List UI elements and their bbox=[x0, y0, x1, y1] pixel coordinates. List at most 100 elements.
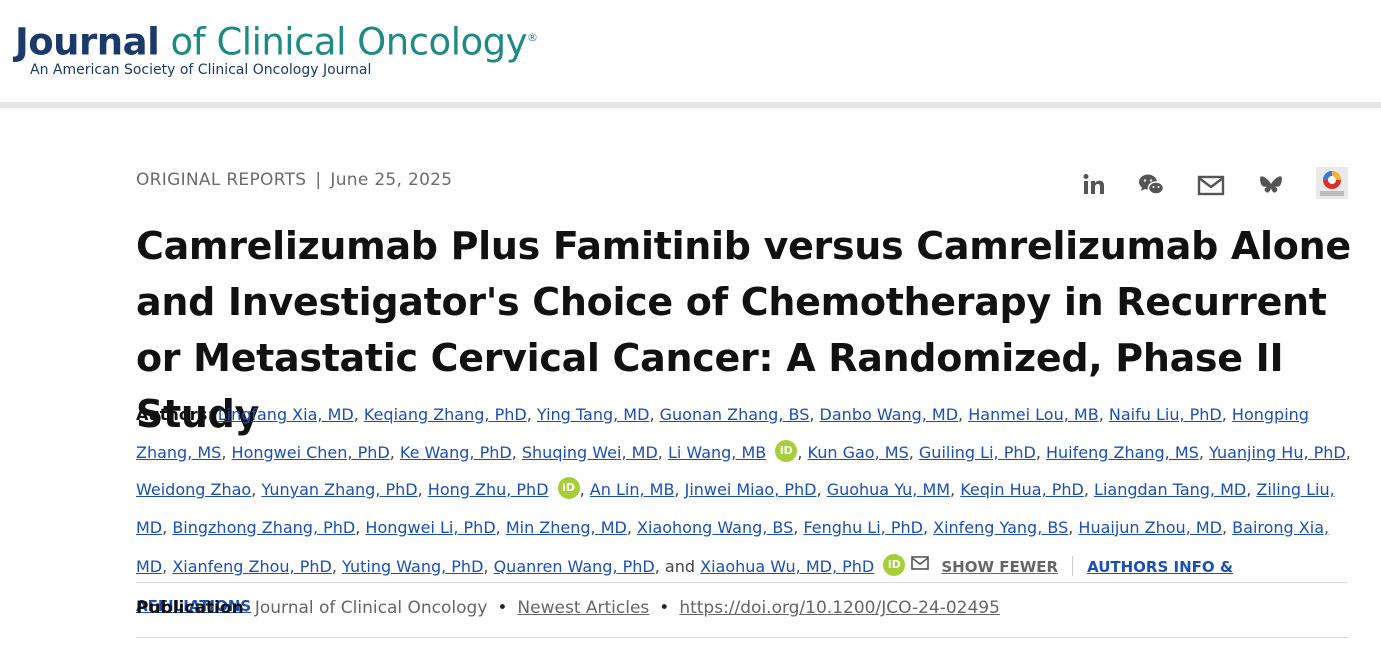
author-link[interactable]: Keqiang Zhang, PhD bbox=[364, 405, 527, 424]
author-comma: , bbox=[657, 442, 663, 462]
email-icon[interactable] bbox=[1196, 170, 1236, 200]
author-link[interactable]: Hongwei Li, PhD bbox=[365, 518, 495, 537]
author-comma: , bbox=[483, 557, 489, 576]
author-link[interactable]: Lingfang Xia, MD bbox=[218, 405, 354, 424]
orcid-icon[interactable]: iD bbox=[557, 477, 580, 499]
meta-separator: | bbox=[315, 170, 322, 190]
author-comma: , bbox=[353, 405, 359, 424]
author-comma: , bbox=[1246, 480, 1252, 499]
linkedin-icon[interactable] bbox=[1076, 170, 1116, 200]
header-divider bbox=[0, 102, 1381, 108]
author-comma: , bbox=[950, 480, 956, 499]
author-link[interactable]: Ying Tang, MD bbox=[537, 405, 650, 424]
author-link[interactable]: Yuting Wang, PhD bbox=[342, 557, 483, 576]
authors-label: Authors bbox=[136, 405, 208, 424]
author-comma: , bbox=[674, 480, 680, 499]
author-link[interactable]: Fenghu Li, PhD bbox=[803, 518, 922, 537]
journal-logo[interactable]: Journal of Clinical Oncology® An America… bbox=[15, 16, 538, 78]
author-link[interactable]: Ke Wang, PhD bbox=[400, 443, 512, 462]
authors-colon: : bbox=[207, 405, 213, 424]
publication-bottom-divider bbox=[136, 637, 1348, 638]
author-link[interactable]: Xiaohong Wang, BS bbox=[637, 518, 793, 537]
logo-wordmark: Journal of Clinical Oncology® bbox=[15, 16, 538, 64]
author-link[interactable]: Hongwei Chen, PhD bbox=[232, 443, 390, 462]
site-header: Journal of Clinical Oncology® An America… bbox=[0, 0, 1381, 102]
publication-label: Publication bbox=[136, 598, 244, 618]
publication-colon: : bbox=[243, 598, 250, 618]
author-link[interactable]: Guiling Li, PhD bbox=[919, 443, 1036, 462]
author-comma: , bbox=[526, 405, 532, 424]
author-comma: , bbox=[162, 517, 168, 537]
author-link[interactable]: Jinwei Miao, PhD bbox=[685, 480, 817, 499]
author-comma: , bbox=[1068, 517, 1074, 537]
author-link[interactable]: Shuqing Wei, MD bbox=[522, 443, 658, 462]
author-comma: , bbox=[797, 442, 803, 462]
author-comma: , bbox=[958, 405, 964, 424]
publication-bullet: • bbox=[659, 598, 670, 618]
author-comma: , bbox=[417, 480, 423, 499]
author-comma: , bbox=[649, 405, 655, 424]
author-link[interactable]: Weidong Zhao bbox=[136, 480, 251, 499]
author-link[interactable]: Liangdan Tang, MD bbox=[1094, 480, 1246, 499]
author-comma: , bbox=[221, 442, 227, 462]
author-comma: , bbox=[1345, 442, 1351, 462]
newest-articles-link[interactable]: Newest Articles bbox=[517, 598, 649, 618]
author-comma: , bbox=[389, 442, 395, 462]
share-bar bbox=[1076, 167, 1348, 200]
authors-block: Authors: Lingfang Xia, MD, Keqiang Zhang… bbox=[136, 396, 1351, 625]
author-link[interactable]: Hanmei Lou, MB bbox=[968, 405, 1098, 424]
logo-journal-rest: of Clinical Oncology bbox=[170, 20, 528, 64]
author-comma: , bbox=[1098, 405, 1104, 424]
author-link[interactable]: Quanren Wang, PhD bbox=[494, 557, 655, 576]
doi-link[interactable]: https://doi.org/10.1200/JCO-24-02495 bbox=[679, 598, 1000, 618]
registered-mark: ® bbox=[527, 31, 538, 44]
author-comma: , bbox=[1221, 517, 1228, 537]
orcid-icon[interactable]: iD bbox=[883, 554, 906, 576]
author-link[interactable]: Hong Zhu, PhD bbox=[428, 480, 549, 499]
publication-top-divider bbox=[136, 582, 1348, 583]
author-comma: , bbox=[1035, 442, 1041, 462]
author-link[interactable]: Guonan Zhang, BS bbox=[660, 405, 810, 424]
article-meta: ORIGINAL REPORTS | June 25, 2025 bbox=[136, 170, 452, 190]
authors-divider bbox=[1072, 556, 1074, 576]
logo-journal-word: Journal bbox=[15, 20, 160, 64]
author-link[interactable]: Kun Gao, MS bbox=[808, 443, 909, 462]
author-link[interactable]: Xiaohua Wu, MD, PhD bbox=[700, 557, 874, 576]
author-comma: , bbox=[809, 405, 815, 424]
author-link[interactable]: Guohua Yu, MM bbox=[827, 480, 950, 499]
author-comma: , bbox=[793, 517, 799, 537]
author-link[interactable]: Danbo Wang, MD bbox=[820, 405, 959, 424]
author-comma: , bbox=[495, 517, 501, 537]
author-link[interactable]: Xinfeng Yang, BS bbox=[933, 518, 1068, 537]
author-comma: , bbox=[626, 517, 632, 537]
author-and: , and bbox=[654, 557, 696, 576]
altmetric-icon[interactable] bbox=[1316, 167, 1348, 199]
author-link[interactable]: Naifu Liu, PhD bbox=[1109, 405, 1222, 424]
logo-subtitle: An American Society of Clinical Oncology… bbox=[30, 62, 372, 79]
publication-info: Publication: Journal of Clinical Oncolog… bbox=[136, 598, 1000, 618]
author-link[interactable]: Huifeng Zhang, MS bbox=[1046, 443, 1199, 462]
author-comma: , bbox=[511, 442, 517, 462]
article-date: June 25, 2025 bbox=[330, 170, 453, 190]
author-comma: , bbox=[162, 557, 168, 576]
author-comma: , bbox=[1198, 442, 1204, 462]
author-link[interactable]: Li Wang, MB bbox=[668, 443, 766, 462]
bluesky-icon[interactable] bbox=[1256, 170, 1296, 200]
author-link[interactable]: Huaijun Zhou, MD bbox=[1078, 518, 1222, 537]
author-link[interactable]: Min Zheng, MD bbox=[506, 518, 627, 537]
author-link[interactable]: Xianfeng Zhou, PhD bbox=[172, 557, 332, 576]
author-comma: , bbox=[1083, 480, 1089, 499]
corresponding-email-icon[interactable] bbox=[911, 546, 930, 584]
wechat-icon[interactable] bbox=[1136, 170, 1176, 200]
author-comma: , bbox=[331, 557, 337, 576]
show-fewer-button[interactable]: SHOW FEWER bbox=[941, 558, 1058, 576]
author-link[interactable]: An Lin, MB bbox=[590, 480, 675, 499]
author-link[interactable]: Bingzhong Zhang, PhD bbox=[172, 518, 355, 537]
author-link[interactable]: Yunyan Zhang, PhD bbox=[261, 480, 417, 499]
author-link[interactable]: Yuanjing Hu, PhD bbox=[1209, 443, 1346, 462]
author-link[interactable]: Keqin Hua, PhD bbox=[960, 480, 1084, 499]
author-comma: , bbox=[816, 480, 822, 499]
author-comma: , bbox=[251, 480, 257, 499]
orcid-icon[interactable]: iD bbox=[775, 439, 798, 462]
publication-bullet: • bbox=[497, 598, 508, 618]
